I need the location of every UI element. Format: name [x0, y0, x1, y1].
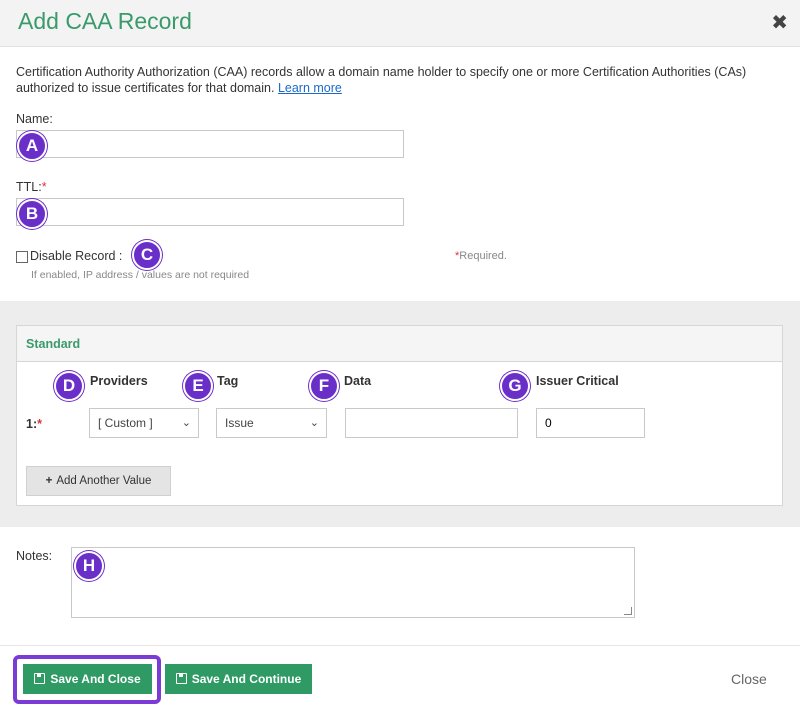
- data-column-header: Data: [344, 374, 372, 388]
- plus-icon: +: [45, 475, 53, 487]
- ttl-required-star: *: [41, 180, 47, 194]
- data-input[interactable]: [345, 408, 518, 438]
- add-another-value-button[interactable]: + Add Another Value: [26, 466, 171, 496]
- highlight-frame: [13, 655, 161, 704]
- annotation-badge-f: F: [309, 371, 339, 401]
- disable-record-checkbox[interactable]: [16, 251, 28, 263]
- close-icon[interactable]: ✖: [771, 10, 788, 35]
- chevron-down-icon: ⌄: [181, 417, 191, 429]
- description: Certification Authority Authorization (C…: [16, 64, 786, 96]
- standard-panel: Standard Providers Tag Data Issuer Criti…: [16, 325, 783, 506]
- dialog-header: Add CAA Record ✖: [0, 0, 800, 47]
- annotation-badge-e: E: [183, 371, 213, 401]
- annotation-badge-a: A: [17, 131, 47, 161]
- chevron-down-icon: ⌄: [309, 417, 319, 429]
- dialog-title: Add CAA Record: [18, 8, 192, 34]
- tag-select[interactable]: Issue ⌄: [216, 408, 327, 438]
- required-note-text: Required.: [459, 250, 507, 262]
- save-and-continue-label: Save And Continue: [191, 672, 302, 686]
- issuer-critical-input[interactable]: [536, 408, 645, 438]
- providers-select-value: [ Custom ]: [98, 416, 153, 430]
- annotation-badge-c: C: [132, 240, 162, 270]
- disable-record-label: Disable Record :: [30, 249, 123, 263]
- required-note: *Required.: [455, 250, 507, 262]
- ttl-label-text: TTL:: [16, 180, 42, 194]
- tag-column-header: Tag: [217, 374, 239, 388]
- name-input[interactable]: [16, 130, 404, 158]
- notes-textarea[interactable]: [71, 547, 635, 618]
- standard-panel-title: Standard: [26, 337, 81, 351]
- resize-grip-icon[interactable]: [624, 607, 632, 615]
- annotation-badge-h: H: [74, 551, 104, 581]
- row-index-number: 1:: [26, 417, 38, 431]
- footer-divider: [0, 645, 800, 646]
- close-button[interactable]: Close: [731, 671, 767, 687]
- add-another-value-label: Add Another Value: [56, 475, 152, 487]
- issuer-critical-column-header: Issuer Critical: [536, 374, 619, 388]
- ttl-input[interactable]: [16, 198, 404, 226]
- providers-select[interactable]: [ Custom ] ⌄: [89, 408, 199, 438]
- disable-record-hint: If enabled, IP address / values are not …: [31, 269, 250, 281]
- description-text: Certification Authority Authorization (C…: [16, 65, 747, 95]
- annotation-badge-g: G: [500, 371, 530, 401]
- row-required-star: *: [37, 417, 42, 431]
- ttl-label: TTL:*: [16, 180, 47, 194]
- save-icon: [175, 673, 187, 684]
- standard-panel-header: Standard: [17, 326, 782, 362]
- name-label: Name:: [16, 112, 53, 126]
- learn-more-link[interactable]: Learn more: [278, 81, 342, 95]
- providers-column-header: Providers: [90, 374, 148, 388]
- tag-select-value: Issue: [225, 416, 254, 430]
- annotation-badge-d: D: [54, 371, 84, 401]
- row-index: 1:*: [26, 417, 42, 431]
- save-and-continue-button[interactable]: Save And Continue: [165, 664, 312, 694]
- annotation-badge-b: B: [17, 199, 47, 229]
- notes-label: Notes:: [16, 549, 53, 563]
